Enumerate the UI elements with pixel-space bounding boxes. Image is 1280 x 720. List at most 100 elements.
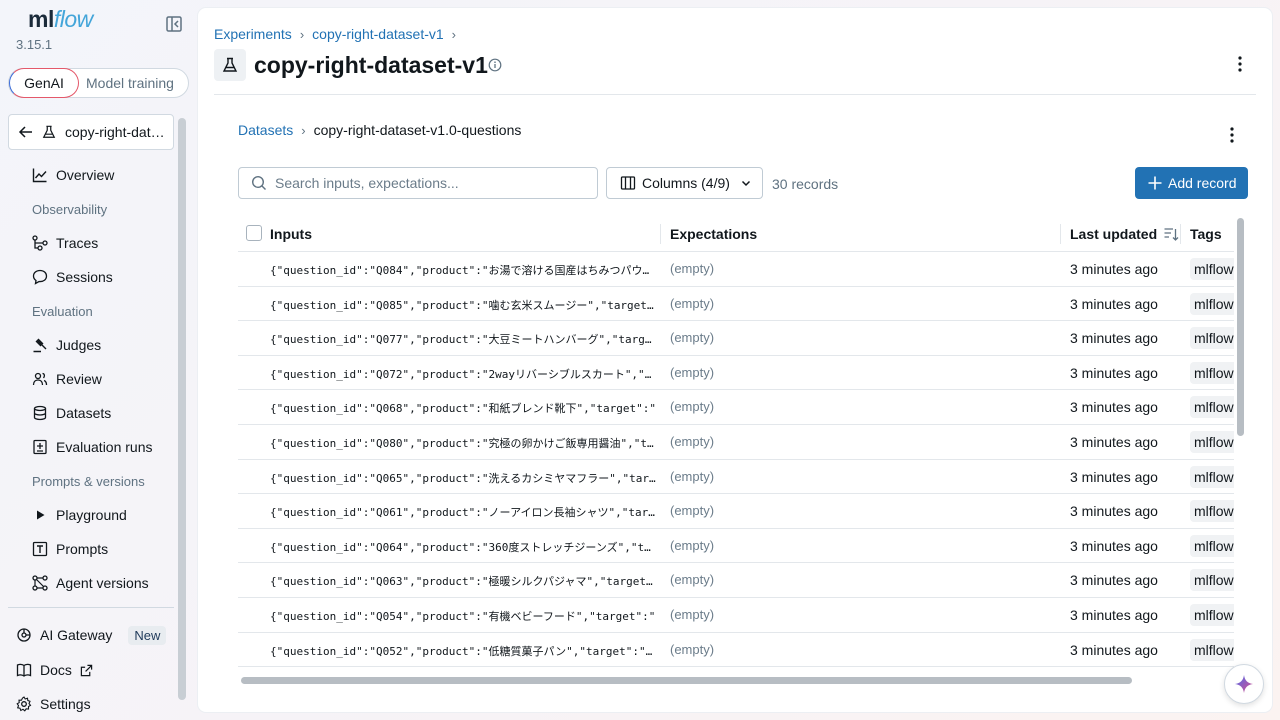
evaluation-runs-icon [33,439,47,455]
input-cell[interactable]: {"question_id":"Q085","product":"噛む玄米スムー… [270,297,656,313]
sidebar-item-label: Sessions [56,269,113,285]
input-cell[interactable]: {"question_id":"Q054","product":"有機ベビーフー… [270,608,656,624]
input-cell[interactable]: {"question_id":"Q077","product":"大豆ミートハン… [270,331,656,347]
sidebar-item-overview[interactable]: Overview [32,163,114,187]
add-record-button[interactable]: Add record [1135,167,1248,199]
column-header-last-updated[interactable]: Last updated [1070,216,1179,252]
table-row[interactable]: {"question_id":"Q061","product":"ノーアイロン長… [238,494,1234,529]
prompt-text-icon [32,541,48,557]
dataset-more-options-icon[interactable] [1224,125,1240,145]
column-resize-handle[interactable] [1060,224,1061,244]
columns-dropdown-label: Columns (4/9) [642,175,730,191]
database-icon [33,405,47,421]
expectations-cell: (empty) [670,607,715,622]
column-header-inputs[interactable]: Inputs [270,216,312,252]
table-row[interactable]: {"question_id":"Q072","product":"2wayリバー… [238,356,1234,391]
breadcrumb-datasets-link[interactable]: Datasets [238,122,293,138]
sidebar-scrollbar[interactable] [178,118,186,700]
input-cell[interactable]: {"question_id":"Q080","product":"究極の卵かけご… [270,435,656,451]
breadcrumb-separator: › [451,26,457,42]
sparkle-icon [1235,675,1253,693]
arrow-left-icon[interactable] [18,124,34,140]
expectations-cell: (empty) [670,399,715,415]
table-row[interactable]: {"question_id":"Q063","product":"極暖シルクパジ… [238,563,1234,598]
search-box [238,167,598,199]
traces-icon [32,235,48,251]
last-updated-cell: 3 minutes ago [1070,364,1158,381]
table-row[interactable]: {"question_id":"Q085","product":"噛む玄米スムー… [238,287,1234,322]
table-row[interactable]: {"question_id":"Q064","product":"360度ストレ… [238,529,1234,564]
tag-chip: mlflow [1190,465,1234,488]
breadcrumb-separator: › [301,122,306,138]
expectations-cell: (empty) [670,261,715,276]
select-all-checkbox[interactable] [246,225,262,241]
mode-model-training-button[interactable]: Model training [86,69,174,97]
table-row[interactable]: {"question_id":"Q068","product":"和紙ブレンド靴… [238,390,1234,425]
input-cell[interactable]: {"question_id":"Q072","product":"2wayリバー… [270,366,656,382]
expectations-cell: (empty) [670,295,715,311]
search-input[interactable] [275,175,575,191]
table-vertical-scrollbar[interactable] [1237,218,1244,436]
sidebar-item-ai-gateway[interactable]: AI Gateway New [16,624,167,646]
input-cell[interactable]: {"question_id":"Q084","product":"お湯で溶ける国… [270,262,656,278]
input-cell[interactable]: {"question_id":"Q061","product":"ノーアイロン長… [270,504,656,520]
sidebar-item-docs[interactable]: Docs [16,659,101,681]
new-badge: New [128,625,167,645]
expectations-cell: (empty) [670,468,715,484]
sidebar-item-evaluation-runs[interactable]: Evaluation runs [32,435,153,459]
table-row[interactable]: {"question_id":"Q080","product":"究極の卵かけご… [238,425,1234,460]
breadcrumb-experiments-link[interactable]: Experiments [214,26,292,42]
sidebar-item-traces[interactable]: Traces [32,231,98,255]
table-row[interactable]: {"question_id":"Q084","product":"お湯で溶ける国… [238,252,1234,287]
sidebar-item-sessions[interactable]: Sessions [32,265,113,289]
column-resize-handle[interactable] [660,224,661,244]
collapse-sidebar-icon[interactable] [165,15,183,33]
mlflow-logo[interactable]: mlflow [28,6,93,33]
input-cell[interactable]: {"question_id":"Q068","product":"和紙ブレンド靴… [270,400,656,416]
expectations-cell: (empty) [670,641,715,657]
sidebar-item-label: Docs [40,662,72,678]
sidebar-item-prompts[interactable]: Prompts [32,537,108,561]
table-horizontal-scrollbar[interactable] [241,677,1132,684]
columns-icon [620,176,636,190]
agent-network-icon [32,575,48,591]
expectations-cell: (empty) [670,537,715,553]
mode-genai-button[interactable]: GenAI [9,68,79,98]
table-row[interactable]: {"question_id":"Q077","product":"大豆ミートハン… [238,321,1234,356]
table-row[interactable]: {"question_id":"Q052","product":"低糖質菓子パン… [238,633,1234,668]
column-resize-handle[interactable] [1180,224,1181,244]
last-updated-cell: 3 minutes ago [1070,641,1158,658]
experiment-chip[interactable]: copy-right-dataset-v1 [8,114,174,150]
tag-chip: mlflow [1190,534,1234,557]
column-header-expectations[interactable]: Expectations [670,216,757,252]
breadcrumb-experiment-link[interactable]: copy-right-dataset-v1 [312,26,444,42]
info-icon[interactable] [488,58,502,72]
sidebar-item-datasets[interactable]: Datasets [32,401,111,425]
columns-dropdown[interactable]: Columns (4/9) [606,167,763,199]
sort-descending-icon[interactable] [1163,226,1179,242]
gear-icon [16,696,32,712]
input-cell[interactable]: {"question_id":"Q064","product":"360度ストレ… [270,539,656,555]
column-header-tags[interactable]: Tags [1190,216,1222,252]
sidebar-item-settings[interactable]: Settings [16,693,91,715]
tag-chip: mlflow [1190,258,1234,280]
sidebar-item-review[interactable]: Review [32,367,102,391]
plus-icon [1148,176,1162,190]
input-cell[interactable]: {"question_id":"Q052","product":"低糖質菓子パン… [270,643,656,659]
tag-chip: mlflow [1190,361,1234,384]
table-row[interactable]: {"question_id":"Q054","product":"有機ベビーフー… [238,598,1234,633]
search-icon [251,175,266,190]
assistant-button[interactable] [1224,664,1264,704]
sidebar-item-playground[interactable]: Playground [32,503,127,527]
more-options-icon[interactable] [1232,54,1248,74]
table-row[interactable]: {"question_id":"Q065","product":"洗えるカシミヤ… [238,460,1234,495]
gavel-icon [33,338,47,353]
sidebar-item-agent-versions[interactable]: Agent versions [32,571,149,595]
sidebar-item-judges[interactable]: Judges [32,333,101,357]
breadcrumb-separator: › [299,26,305,42]
input-cell[interactable]: {"question_id":"Q065","product":"洗えるカシミヤ… [270,470,656,486]
expectations-cell: (empty) [670,330,715,346]
input-cell[interactable]: {"question_id":"Q063","product":"極暖シルクパジ… [270,573,656,589]
breadcrumb-current-dataset: copy-right-dataset-v1.0-questions [313,122,522,138]
book-icon [16,663,32,677]
